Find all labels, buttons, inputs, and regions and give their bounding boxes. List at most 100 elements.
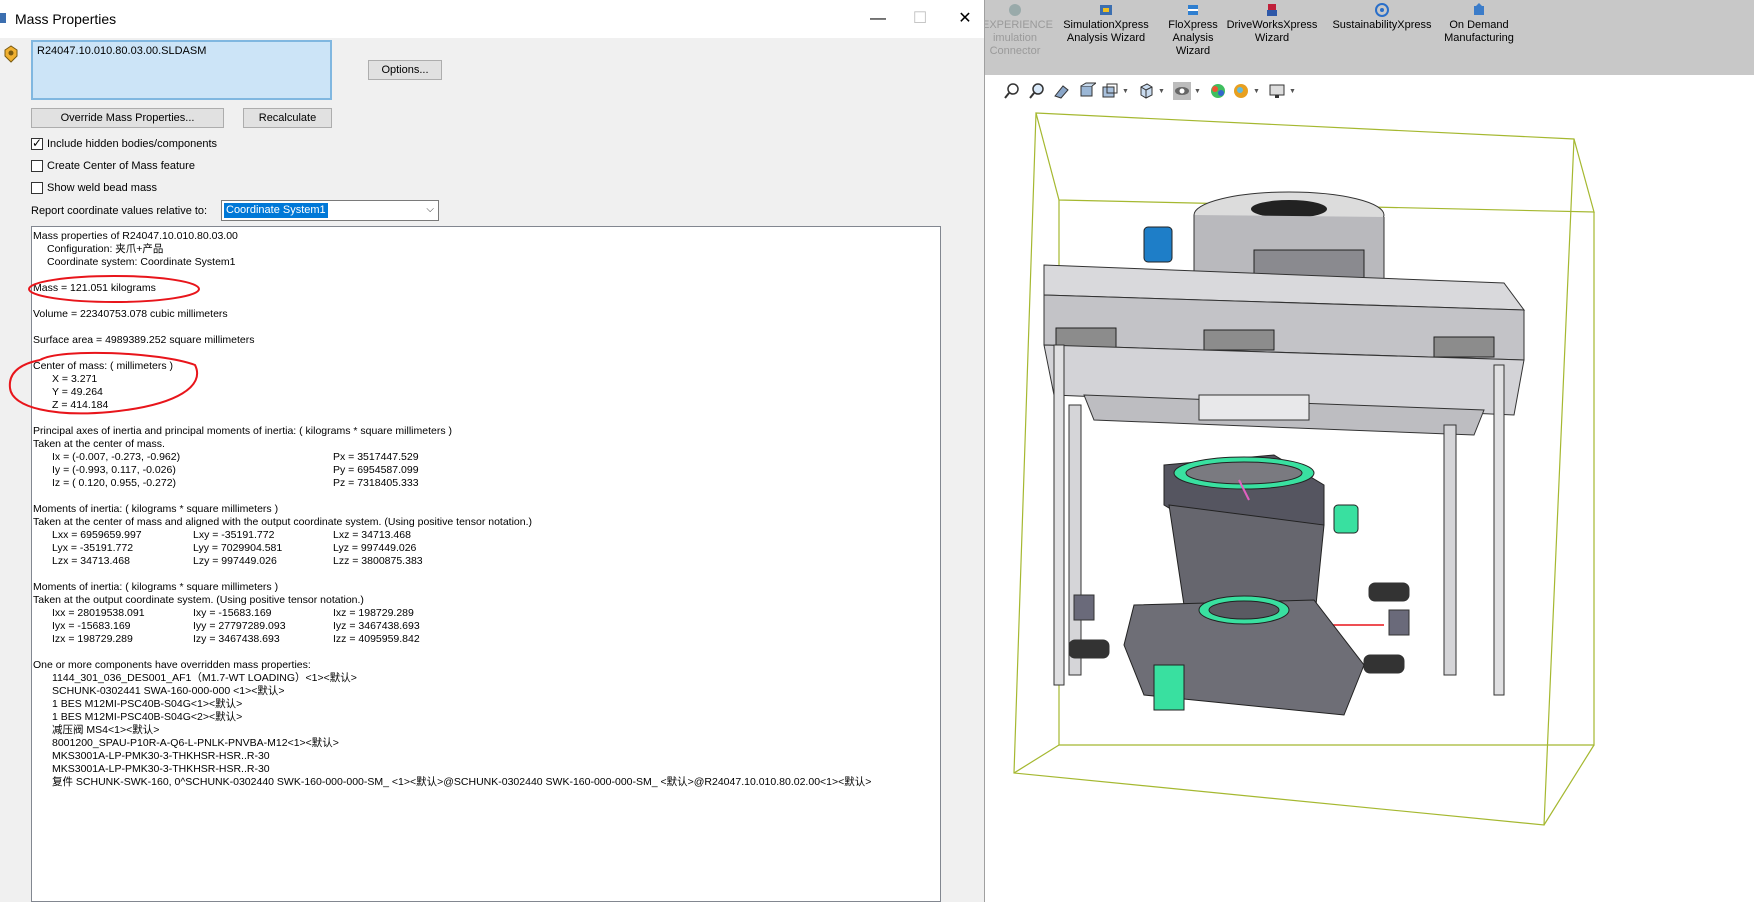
moment-iyz: Iyz = 3467438.693	[333, 620, 420, 632]
ribbon-experience-connector[interactable]: EXPERIENCE imulation Connector	[982, 0, 1053, 58]
section-view-icon[interactable]	[1078, 82, 1096, 100]
sustainability-icon	[1375, 3, 1389, 17]
select-components-icon[interactable]	[2, 44, 20, 64]
dynamic-annotation-icon[interactable]	[1101, 82, 1119, 100]
graphics-area[interactable]	[984, 105, 1754, 902]
ribbon-label: Manufacturing	[1444, 32, 1514, 44]
override-mass-properties-button[interactable]: Override Mass Properties...	[31, 108, 224, 128]
moment-lyz: Lyz = 997449.026	[333, 542, 417, 554]
mass-value: Mass = 121.051 kilograms	[33, 282, 156, 294]
ribbon-label: SimulationXpress	[1063, 19, 1149, 31]
checkbox-label: Show weld bead mass	[47, 182, 158, 194]
moments-note-output: Taken at the output coordinate system. (…	[33, 594, 364, 606]
moments-header-com: Moments of inertia: ( kilograms * square…	[33, 503, 279, 515]
principal-axes-header: Principal axes of inertia and principal …	[33, 425, 452, 437]
moment-iyx: Iyx = -15683.169	[52, 620, 131, 632]
results-header: Mass properties of R24047.10.010.80.03.0…	[33, 230, 238, 242]
maximize-button[interactable]: ☐	[898, 6, 942, 32]
moment-ixx: Ixx = 28019538.091	[52, 607, 145, 619]
checkbox-label: Create Center of Mass feature	[47, 160, 195, 172]
cloud-sim-icon	[1009, 4, 1021, 16]
overridden-component: MKS3001A-LP-PMK30-3-THKHSR-HSR..R-30	[52, 763, 270, 775]
minimize-button[interactable]: —	[856, 6, 900, 32]
results-configuration: Configuration: 夹爪+产品	[47, 243, 164, 255]
center-of-mass-header: Center of mass: ( millimeters )	[33, 360, 174, 372]
overridden-component: 复件 SCHUNK-SWK-160, 0^SCHUNK-0302440 SWK-…	[52, 776, 872, 788]
overridden-component: 减压阀 MS4<1><默认>	[52, 724, 160, 736]
manufacturing-icon	[1474, 3, 1484, 15]
moment-iyy: Iyy = 27797289.093	[193, 620, 286, 632]
command-manager-ribbon: EXPERIENCE imulation Connector Simulatio…	[982, 0, 1754, 75]
view-settings-icon[interactable]	[1268, 82, 1286, 100]
surface-area-value: Surface area = 4989389.252 square millim…	[33, 334, 255, 346]
checkbox[interactable]	[31, 182, 43, 194]
overridden-components-header: One or more components have overridden m…	[33, 659, 311, 671]
principal-moment-pz: Pz = 7318405.333	[333, 477, 419, 489]
assembly-model-view	[1013, 112, 1595, 826]
results-coord-system: Coordinate system: Coordinate System1	[47, 256, 236, 268]
recalculate-button[interactable]: Recalculate	[243, 108, 332, 128]
moment-lzy: Lzy = 997449.026	[193, 555, 277, 567]
view-orientation-icon[interactable]	[1137, 82, 1155, 100]
overridden-component: SCHUNK-0302441 SWA-160-000-000 <1><默认>	[52, 685, 285, 697]
zoom-to-fit-icon[interactable]	[1003, 82, 1021, 100]
moment-izz: Izz = 4095959.842	[333, 633, 420, 645]
moment-ixy: Ixy = -15683.169	[193, 607, 272, 619]
moment-izx: Izx = 198729.289	[52, 633, 133, 645]
center-of-mass-x: X = 3.271	[52, 373, 98, 385]
moment-izy: Izy = 3467438.693	[193, 633, 280, 645]
edit-appearance-icon[interactable]	[1232, 82, 1250, 100]
chevron-down-icon[interactable]: ▼	[1289, 88, 1296, 95]
checkbox[interactable]: ✓	[31, 136, 43, 150]
moment-lxz: Lxz = 34713.468	[333, 529, 411, 541]
moments-note-com: Taken at the center of mass and aligned …	[33, 516, 533, 528]
moment-lzx: Lzx = 34713.468	[52, 555, 130, 567]
dialog-title: Mass Properties	[15, 11, 117, 27]
checkbox-label: Include hidden bodies/components	[47, 138, 218, 150]
overridden-component: MKS3001A-LP-PMK30-3-THKHSR-HSR..R-30	[52, 750, 270, 762]
moment-lyy: Lyy = 7029904.581	[193, 542, 283, 554]
ribbon-on-demand-manufacturing[interactable]: On Demand Manufacturing	[1424, 0, 1534, 45]
previous-view-icon[interactable]	[1053, 82, 1071, 100]
options-button[interactable]: Options...	[368, 60, 442, 80]
chevron-down-icon[interactable]: ⌵	[426, 204, 434, 215]
chevron-down-icon[interactable]: ▼	[1122, 88, 1129, 95]
moment-lxx: Lxx = 6959659.997	[52, 529, 142, 541]
mass-properties-app-icon	[0, 13, 6, 23]
moment-lzz: Lzz = 3800875.383	[333, 555, 423, 567]
principal-moment-py: Py = 6954587.099	[333, 464, 419, 476]
center-of-mass-z: Z = 414.184	[52, 399, 109, 411]
ribbon-label: Wizard	[1175, 45, 1211, 57]
mass-properties-results[interactable]: Mass properties of R24047.10.010.80.03.0…	[31, 226, 941, 902]
ribbon-label: Connector	[989, 45, 1041, 57]
ribbon-simulationxpress[interactable]: SimulationXpress Analysis Wizard	[1056, 0, 1156, 45]
selected-items-list[interactable]: R24047.10.010.80.03.00.SLDASM	[31, 40, 332, 100]
volume-value: Volume = 22340753.078 cubic millimeters	[33, 308, 228, 320]
driveworks-icon	[1267, 4, 1277, 16]
ribbon-label: imulation	[992, 32, 1038, 44]
principal-axis-ix: Ix = (-0.007, -0.273, -0.962)	[52, 451, 181, 463]
moments-header-output: Moments of inertia: ( kilograms * square…	[33, 581, 279, 593]
close-button[interactable]: ✕	[943, 6, 987, 32]
chevron-down-icon[interactable]: ▼	[1158, 88, 1165, 95]
coordinate-system-value: Coordinate System1	[224, 203, 328, 218]
chevron-down-icon[interactable]: ▼	[1253, 88, 1260, 95]
display-style-icon[interactable]	[1173, 82, 1191, 100]
checkmark-icon: ✓	[32, 136, 43, 150]
dialog-titlebar[interactable]: Mass Properties — ☐ ✕	[0, 0, 984, 38]
principal-axis-iz: Iz = ( 0.120, 0.955, -0.272)	[52, 477, 177, 489]
checkbox[interactable]	[31, 160, 43, 172]
hide-show-items-icon[interactable]	[1209, 82, 1227, 100]
chevron-down-icon[interactable]: ▼	[1194, 88, 1201, 95]
zoom-to-area-icon[interactable]	[1028, 82, 1046, 100]
selected-item[interactable]: R24047.10.010.80.03.00.SLDASM	[37, 45, 206, 57]
ribbon-label: EXPERIENCE	[982, 19, 1053, 31]
simulation-icon	[1100, 5, 1112, 15]
overridden-component: 1 BES M12MI-PSC40B-S04G<2><默认>	[52, 711, 243, 723]
mass-properties-dialog: Mass Properties — ☐ ✕ R24047.10.010.80.0…	[0, 0, 985, 902]
principal-moment-px: Px = 3517447.529	[333, 451, 419, 463]
overridden-component: 1144_301_036_DES001_AF1（M1.7-WT LOADING）…	[52, 672, 357, 684]
coordinate-system-select[interactable]: Coordinate System1 ⌵	[221, 200, 439, 221]
heads-up-view-toolbar: ▼ ▼ ▼ ▼ ▼	[984, 75, 1754, 105]
report-coordinate-label: Report coordinate values relative to:	[31, 205, 208, 217]
